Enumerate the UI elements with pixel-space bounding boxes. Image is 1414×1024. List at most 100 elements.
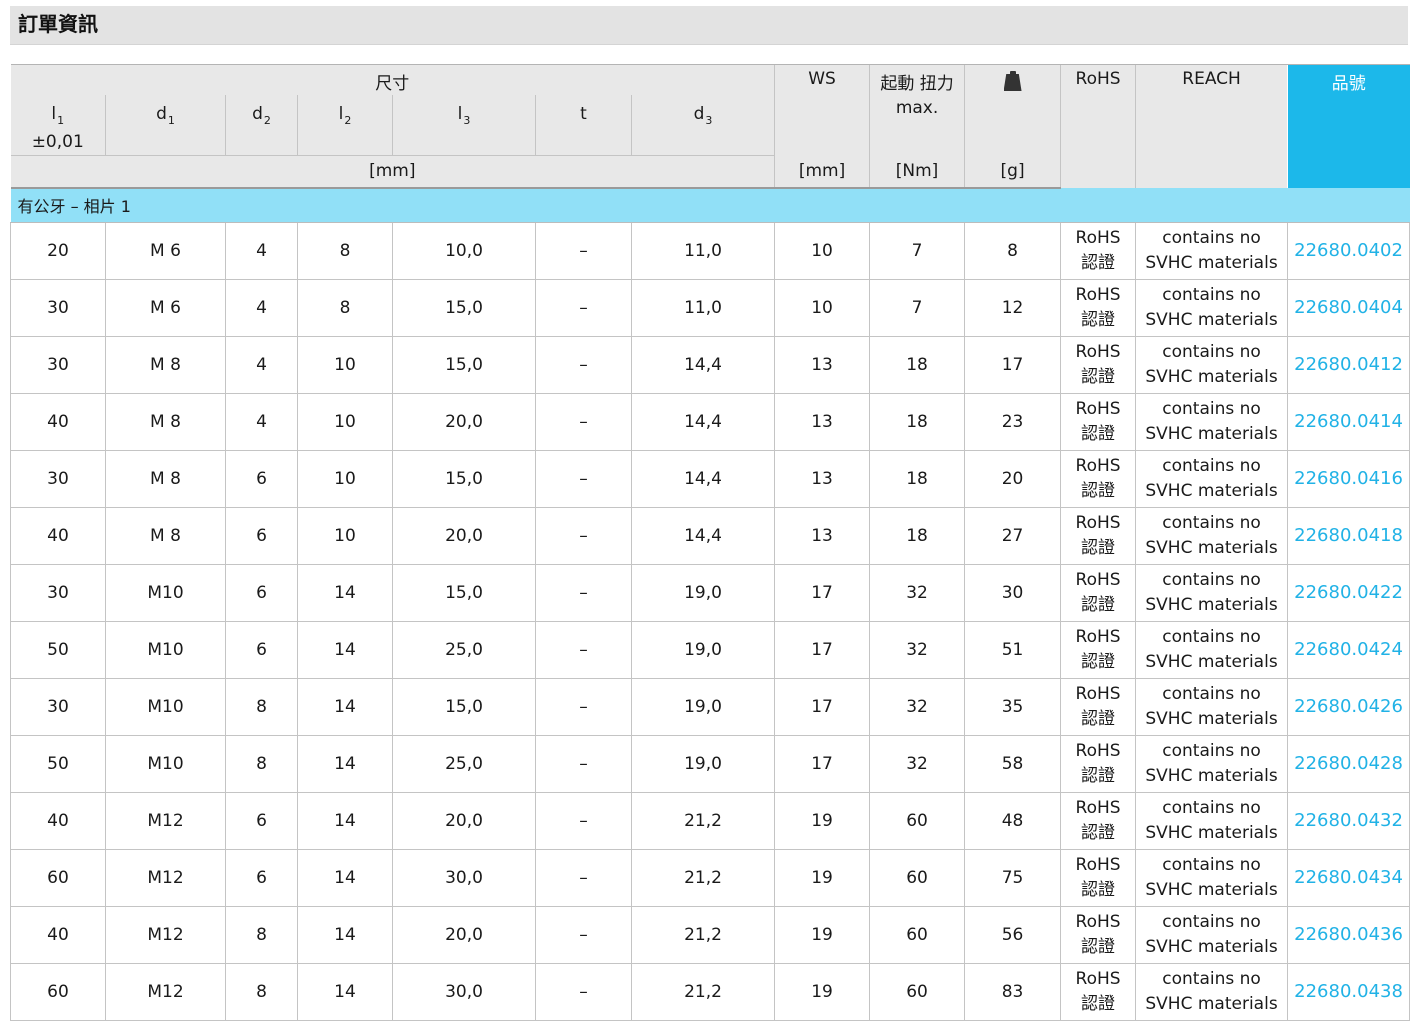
part-number-link[interactable]: 22680.0424	[1287, 621, 1411, 679]
t-cell: –	[535, 678, 632, 736]
rohs-line2: 認證	[1081, 480, 1116, 501]
torque-cell: 18	[869, 393, 965, 451]
torque-unit: [Nm]	[869, 155, 965, 189]
table-row: 20 M 6 4 8 10,0–11,0 10 7 8 RoHS 認證 contains no SVH…	[10, 222, 1411, 280]
l1-cell: 20	[10, 222, 106, 280]
rohs-line1: RoHS	[1075, 740, 1121, 761]
ws-cell: 19	[774, 792, 870, 850]
reach-cell: contains no SVHC materials	[1135, 279, 1288, 337]
torque-cell: 7	[869, 279, 965, 337]
l1-cell: 30	[10, 279, 106, 337]
rohs-header: RoHS	[1060, 64, 1136, 188]
part-number-link[interactable]: 22680.0402	[1287, 222, 1411, 280]
d3-header: d3	[630, 94, 775, 156]
rohs-line1: RoHS	[1075, 911, 1121, 932]
reach-line1: contains no	[1162, 911, 1261, 932]
l2-cell: 14	[297, 564, 393, 622]
l3-cell: 20,0	[392, 792, 536, 850]
reach-cell: contains no SVHC materials	[1135, 336, 1288, 394]
weight-cell: 51	[964, 621, 1061, 679]
part-number-link[interactable]: 22680.0414	[1287, 393, 1411, 451]
table-row: 50 M10 6 14 25,0–19,0 17 32 51 RoHS 認證 contains no…	[10, 621, 1411, 679]
reach-line1: contains no	[1162, 227, 1261, 248]
l3-cell: 15,0	[392, 450, 536, 508]
reach-line2: SVHC materials	[1145, 366, 1278, 387]
table-row: 50 M10 8 14 25,0–19,0 17 32 58 RoHS 認證 contains no…	[10, 735, 1411, 793]
weight-cell: 23	[964, 393, 1061, 451]
rohs-line2: 認證	[1081, 822, 1116, 843]
part-number-link[interactable]: 22680.0404	[1287, 279, 1411, 337]
table-row: 40 M12 6 14 20,0–21,2 19 60 48 RoHS 認證 contains no…	[10, 792, 1411, 850]
t-cell: –	[535, 963, 632, 1021]
d3-cell: 14,4	[630, 393, 775, 451]
rohs-line1: RoHS	[1075, 626, 1121, 647]
reach-line1: contains no	[1162, 797, 1261, 818]
l2-cell: 10	[297, 336, 393, 394]
reach-line2: SVHC materials	[1145, 480, 1278, 501]
d1-cell: M 6	[105, 279, 226, 337]
rohs-line1: RoHS	[1075, 968, 1121, 989]
rohs-line2: 認證	[1081, 309, 1116, 330]
t-cell: –	[535, 792, 632, 850]
l2-cell: 14	[297, 906, 393, 964]
t-cell: –	[535, 279, 632, 337]
d3-cell: 19,0	[630, 735, 775, 793]
part-number-link[interactable]: 22680.0422	[1287, 564, 1411, 622]
reach-line2: SVHC materials	[1145, 651, 1278, 672]
reach-line2: SVHC materials	[1145, 423, 1278, 444]
table-row: 40 M 8 6 10 20,0–14,4 13 18 27 RoHS 認證 contains no…	[10, 507, 1411, 565]
torque-cell: 32	[869, 735, 965, 793]
reach-cell: contains no SVHC materials	[1135, 450, 1288, 508]
part-number-link[interactable]: 22680.0418	[1287, 507, 1411, 565]
d1-cell: M 8	[105, 507, 226, 565]
reach-cell: contains no SVHC materials	[1135, 735, 1288, 793]
table-row: 60 M12 6 14 30,0–21,2 19 60 75 RoHS 認證 contains no…	[10, 849, 1411, 907]
reach-line2: SVHC materials	[1145, 936, 1278, 957]
ws-cell: 17	[774, 564, 870, 622]
reach-cell: contains no SVHC materials	[1135, 849, 1288, 907]
part-number-link[interactable]: 22680.0412	[1287, 336, 1411, 394]
d2-cell: 6	[225, 849, 298, 907]
weight-cell: 75	[964, 849, 1061, 907]
rohs-line1: RoHS	[1075, 341, 1121, 362]
weight-unit: [g]	[964, 155, 1061, 189]
part-number-link[interactable]: 22680.0432	[1287, 792, 1411, 850]
l1-cell: 50	[10, 735, 106, 793]
part-number-link[interactable]: 22680.0428	[1287, 735, 1411, 793]
d1-cell: M10	[105, 735, 226, 793]
part-number-link[interactable]: 22680.0434	[1287, 849, 1411, 907]
l2-cell: 14	[297, 621, 393, 679]
rohs-line2: 認證	[1081, 708, 1116, 729]
reach-line1: contains no	[1162, 398, 1261, 419]
reach-cell: contains no SVHC materials	[1135, 621, 1288, 679]
reach-line2: SVHC materials	[1145, 252, 1278, 273]
d3-cell: 11,0	[630, 222, 775, 280]
l3-cell: 15,0	[392, 336, 536, 394]
l3-cell: 15,0	[392, 564, 536, 622]
dimensions-header: 尺寸	[10, 64, 775, 95]
part-number-link[interactable]: 22680.0436	[1287, 906, 1411, 964]
l3-cell: 20,0	[392, 906, 536, 964]
part-no-header: 品號	[1287, 64, 1410, 188]
reach-cell: contains no SVHC materials	[1135, 906, 1288, 964]
l1-cell: 30	[10, 678, 106, 736]
d1-cell: M12	[105, 906, 226, 964]
d1-cell: M10	[105, 564, 226, 622]
part-number-link[interactable]: 22680.0426	[1287, 678, 1411, 736]
table-row: 30 M10 8 14 15,0–19,0 17 32 35 RoHS 認證 contains no…	[10, 678, 1411, 736]
rohs-line2: 認證	[1081, 993, 1116, 1014]
rohs-line1: RoHS	[1075, 398, 1121, 419]
rohs-line1: RoHS	[1075, 569, 1121, 590]
reach-line1: contains no	[1162, 968, 1261, 989]
rohs-line2: 認證	[1081, 879, 1116, 900]
part-number-link[interactable]: 22680.0438	[1287, 963, 1411, 1021]
torque-cell: 18	[869, 507, 965, 565]
d3-cell: 21,2	[630, 906, 775, 964]
torque-header-line1: 起動 扭力	[880, 74, 954, 94]
part-number-link[interactable]: 22680.0416	[1287, 450, 1411, 508]
l3-cell: 30,0	[392, 963, 536, 1021]
rohs-cell: RoHS 認證	[1060, 507, 1136, 565]
table-row: 30 M 8 6 10 15,0–14,4 13 18 20 RoHS 認證 contains no…	[10, 450, 1411, 508]
t-cell: –	[535, 564, 632, 622]
d2-cell: 4	[225, 279, 298, 337]
